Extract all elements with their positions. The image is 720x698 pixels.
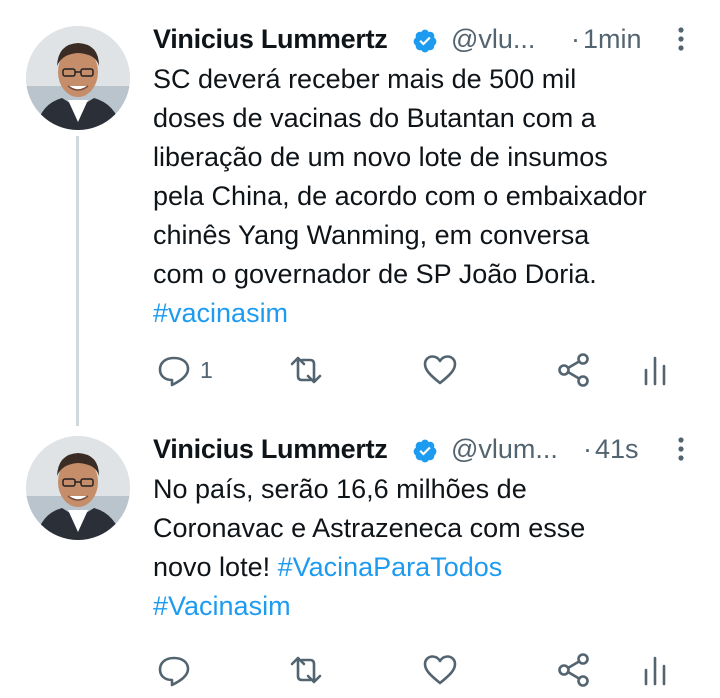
retweet-button[interactable] xyxy=(286,650,326,690)
timestamp[interactable]: 1min xyxy=(583,24,642,55)
analytics-icon xyxy=(644,656,666,686)
tweet-text-line: doses de vacinas do Butantan com a xyxy=(153,103,596,133)
tweet-text: No país, serão 16,6 milhões de Coronavac… xyxy=(153,470,693,626)
reply-icon xyxy=(158,356,190,387)
like-icon xyxy=(423,655,457,685)
share-button[interactable] xyxy=(554,350,594,390)
retweet-icon xyxy=(290,656,322,684)
reply-button[interactable]: 1 xyxy=(156,350,236,390)
tweet-text-segment: novo lote! xyxy=(153,552,278,582)
author-name[interactable]: Vinicius Lummertz xyxy=(153,24,388,55)
tweet-header: Vinicius Lummertz @vlum... · 41s xyxy=(153,430,693,470)
tweet-text-line: Coronavac e Astrazeneca com esse xyxy=(153,513,586,543)
tweet-header: Vinicius Lummertz @vlu... · 1min xyxy=(153,20,693,60)
tweet-text-line: liberação de um novo lote de insumos xyxy=(153,142,608,172)
more-options-icon[interactable] xyxy=(675,432,687,466)
share-icon xyxy=(558,353,589,387)
share-icon xyxy=(558,653,589,687)
tweet-actions: 1 xyxy=(0,350,720,390)
hashtag-link[interactable]: #Vacinasim xyxy=(153,591,291,621)
avatar[interactable] xyxy=(26,436,130,540)
retweet-icon xyxy=(290,356,322,384)
timestamp[interactable]: 41s xyxy=(595,434,639,465)
like-button[interactable] xyxy=(420,350,460,390)
share-button[interactable] xyxy=(554,650,594,690)
verified-badge-icon xyxy=(413,439,437,463)
analytics-icon xyxy=(644,356,666,386)
tweet-actions xyxy=(0,650,720,690)
tweet-text-line: chinês Yang Wanming, em conversa xyxy=(153,220,590,250)
author-handle[interactable]: @vlu... xyxy=(451,24,535,55)
reply-count: 1 xyxy=(200,357,213,383)
tweet-text-line: No país, serão 16,6 milhões de xyxy=(153,474,527,504)
separator-dot: · xyxy=(571,24,580,54)
tweet-text-line: SC deverá receber mais de 500 mil xyxy=(153,64,577,94)
analytics-button[interactable] xyxy=(640,650,670,690)
analytics-button[interactable] xyxy=(640,350,670,390)
reply-button[interactable] xyxy=(156,650,196,690)
tweet[interactable]: Vinicius Lummertz @vlu... · 1min SC deve… xyxy=(0,0,720,410)
hashtag-link[interactable]: #vacinasim xyxy=(153,298,288,328)
verified-badge-icon xyxy=(413,29,437,53)
hashtag-link[interactable]: #VacinaParaTodos xyxy=(278,552,503,582)
more-options-icon[interactable] xyxy=(675,22,687,56)
like-button[interactable] xyxy=(420,650,460,690)
like-icon xyxy=(423,355,457,385)
avatar[interactable] xyxy=(26,26,130,130)
tweet-text-line: pela China, de acordo com o embaixador xyxy=(153,181,647,211)
retweet-button[interactable] xyxy=(286,350,326,390)
author-handle[interactable]: @vlum... xyxy=(451,434,558,465)
author-name[interactable]: Vinicius Lummertz xyxy=(153,434,388,465)
separator-dot: · xyxy=(583,434,592,464)
tweet[interactable]: Vinicius Lummertz @vlum... · 41s No país… xyxy=(0,410,720,698)
tweet-text-line: com o governador de SP João Doria. xyxy=(153,259,597,289)
reply-icon xyxy=(158,656,190,687)
tweet-text: SC deverá receber mais de 500 mil doses … xyxy=(153,60,693,333)
